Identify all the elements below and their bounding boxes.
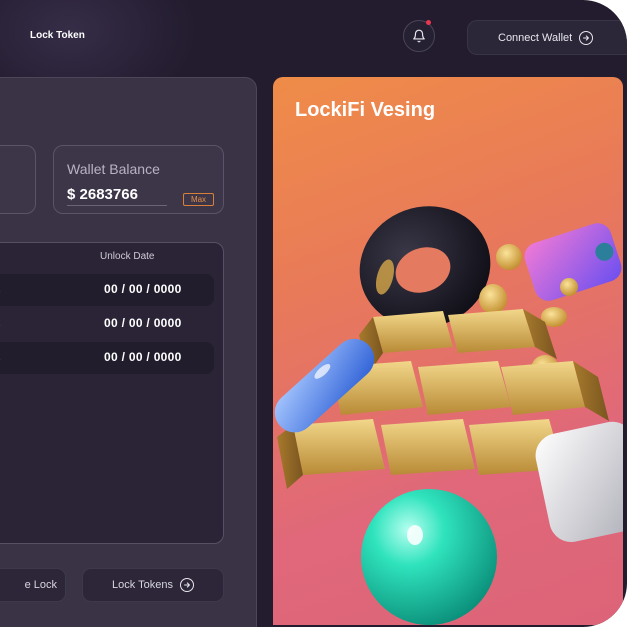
page-title: Lock Token	[30, 30, 85, 41]
banner-title: LockiFi Vesing	[295, 99, 436, 121]
unlock-date-cell: 00 / 00 / 0000	[104, 350, 182, 364]
vesting-banner: LockiFi Vesing	[273, 77, 623, 625]
bell-icon	[413, 29, 425, 43]
wallet-balance-label: Wallet Balance	[67, 161, 160, 177]
notification-button[interactable]	[403, 20, 435, 52]
connect-wallet-label: Connect Wallet	[498, 31, 573, 44]
notification-dot	[426, 20, 431, 25]
row-marker: .	[0, 283, 1, 295]
wallet-balance-value: $ 2683766	[67, 186, 138, 203]
secondary-lock-button[interactable]: e Lock	[0, 568, 66, 602]
lock-tokens-label: Lock Tokens	[112, 579, 173, 591]
row-marker: .	[0, 351, 1, 363]
unlock-date-cell: 00 / 00 / 0000	[104, 316, 182, 330]
unlock-date-cell: 00 / 00 / 0000	[104, 282, 182, 296]
wallet-balance-underline	[67, 205, 167, 206]
row-marker: .	[0, 317, 1, 329]
column-header-unlock-date: Unlock Date	[100, 251, 155, 262]
arrow-right-circle-icon	[179, 578, 194, 592]
arrow-right-circle-icon	[579, 30, 594, 45]
app-window: Lock Token Connect Wallet Wallet Balance…	[0, 0, 627, 627]
amount-card[interactable]	[0, 145, 36, 214]
wallet-balance-card: Wallet Balance $ 2683766 Max	[53, 145, 224, 214]
lock-tokens-button[interactable]: Lock Tokens	[82, 568, 224, 602]
max-button[interactable]: Max	[183, 193, 214, 206]
connect-wallet-button[interactable]: Connect Wallet	[467, 20, 627, 55]
gold-bars-illustration	[274, 206, 623, 625]
